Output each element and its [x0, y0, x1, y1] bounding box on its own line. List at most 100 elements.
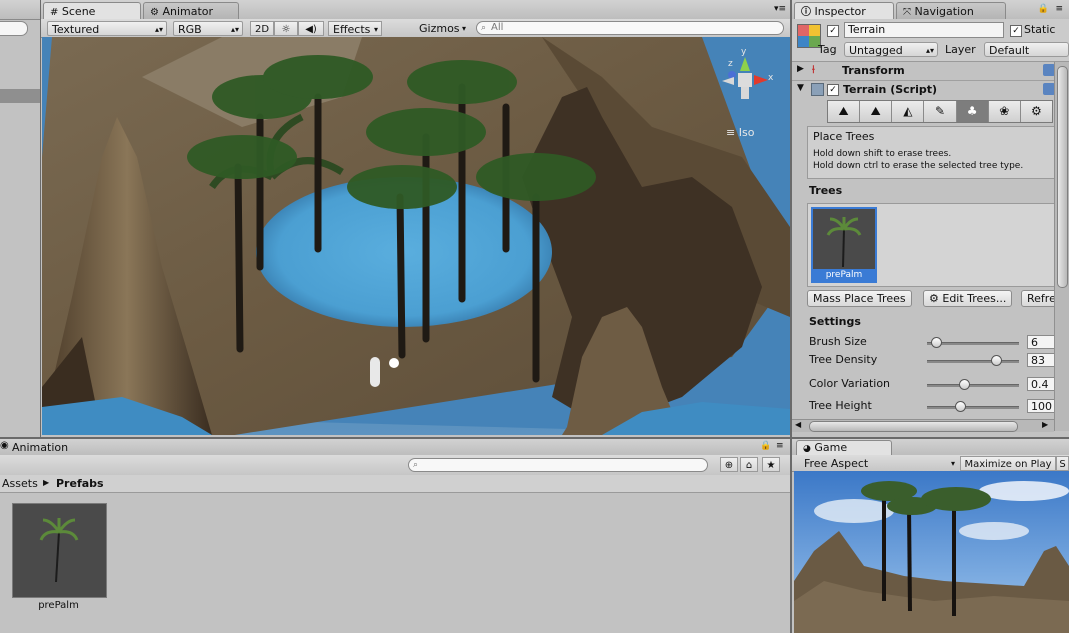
gizmo-x-cone-icon[interactable] [754, 75, 768, 85]
component-terrain-script[interactable]: ▼ ✓ Terrain (Script) [792, 81, 1069, 99]
setting-slider[interactable] [927, 360, 1019, 363]
game-controller-icon: ◕ [803, 444, 811, 454]
info-icon: ⓘ [801, 7, 811, 18]
tab-game[interactable]: ◕ Game [796, 440, 892, 455]
paint-texture-icon[interactable]: ✎ [924, 101, 957, 122]
setting-value-field[interactable]: 100 [1027, 399, 1057, 413]
scroll-left-icon[interactable]: ◀ [795, 420, 801, 429]
slider-thumb[interactable] [991, 355, 1002, 366]
audio-toggle-icon[interactable]: ◀) [298, 21, 324, 36]
breadcrumb-item[interactable]: Assets [2, 477, 38, 490]
foldout-arrow-icon[interactable]: ▼ [797, 83, 804, 93]
stats-toggle[interactable]: S [1056, 456, 1069, 471]
layer-label: Layer [945, 43, 976, 56]
scrollbar-thumb[interactable] [809, 421, 1018, 432]
trees-header: Trees [809, 184, 843, 197]
raise-terrain-icon[interactable]: ⛰ [828, 101, 861, 122]
breadcrumb-item[interactable]: Prefabs [56, 477, 104, 490]
panel-menu-icon[interactable]: ≡ [776, 441, 784, 451]
project-search-input[interactable]: ⌕ [408, 458, 708, 472]
active-checkbox[interactable]: ✓ [827, 24, 839, 37]
gizmo-y-cone-icon[interactable] [740, 57, 750, 71]
layer-dropdown[interactable]: Default [984, 42, 1069, 57]
palm-tree-preview-icon [826, 217, 862, 268]
edit-trees-button[interactable]: ⚙ Edit Trees... [923, 290, 1013, 307]
slider-thumb[interactable] [931, 337, 942, 348]
paint-height-icon[interactable]: ⛰ [860, 101, 893, 122]
shading-mode-dropdown[interactable]: Textured ▴▾ [47, 21, 167, 36]
component-enabled-checkbox[interactable]: ✓ [827, 83, 839, 96]
aspect-dropdown[interactable]: Free Aspect ▾ [800, 456, 958, 471]
projection-label[interactable]: ≡ Iso [726, 126, 754, 139]
setting-slider[interactable] [927, 384, 1019, 387]
scene-orientation-gizmo[interactable]: y z x [718, 47, 778, 107]
scene-viewport[interactable]: y z x ≡ Iso [42, 37, 790, 435]
lock-icon[interactable]: 🔒 [1038, 4, 1049, 14]
gizmo-neg-x-cone-icon[interactable] [722, 77, 734, 85]
lighting-toggle-icon[interactable]: ☼ [274, 21, 298, 36]
effects-dropdown[interactable]: Effects ▾ [328, 21, 382, 36]
static-label: Static [1024, 23, 1056, 36]
gizmo-center-cube-icon[interactable] [738, 73, 752, 87]
smooth-height-icon[interactable]: ◭ [892, 101, 925, 122]
setting-label: Color Variation [809, 377, 891, 390]
trees-list-box: prePalm [807, 203, 1056, 287]
gizmo-neg-y-cone-icon[interactable] [741, 87, 749, 99]
tab-animation[interactable]: Animation [12, 441, 68, 454]
setting-value-field[interactable]: 0.4 [1027, 377, 1057, 391]
mass-place-trees-button[interactable]: Mass Place Trees [807, 290, 912, 307]
asset-item[interactable]: prePalm [12, 503, 107, 615]
foldout-arrow-icon[interactable]: ▶ [797, 64, 804, 74]
gizmos-dropdown[interactable]: Gizmos ▾ [415, 21, 469, 36]
hierarchy-search[interactable] [0, 21, 28, 36]
setting-slider[interactable] [927, 406, 1019, 409]
scene-icon: # [50, 7, 59, 18]
navigation-icon: ⤧ [903, 7, 911, 18]
animation-tabbar: ◉ Animation 🔒 ≡ [0, 439, 790, 456]
static-checkbox[interactable]: ✓ [1010, 24, 1022, 37]
object-name-field[interactable]: Terrain [844, 22, 1004, 38]
place-trees-icon[interactable]: ♣ [956, 101, 989, 122]
setting-value-field[interactable]: 6 [1027, 335, 1057, 349]
render-mode-dropdown[interactable]: RGB ▴▾ [173, 21, 243, 36]
panel-menu-icon[interactable]: ▾≡ [774, 4, 786, 14]
game-toolbar: Free Aspect ▾ Maximize on Play S [792, 455, 1069, 472]
terrain-script-title: Terrain (Script) [843, 83, 938, 96]
panel-menu-icon[interactable]: ≡ [1055, 4, 1063, 14]
horizontal-scrollbar[interactable]: ◀ ▶ [792, 419, 1054, 432]
game-viewport[interactable] [794, 471, 1069, 633]
filter-by-type-icon[interactable]: ⊕ [720, 457, 738, 472]
hierarchy-selected-row[interactable] [0, 89, 40, 103]
maximize-on-play-toggle[interactable]: Maximize on Play [960, 456, 1056, 471]
scene-search-input[interactable]: ⌕ All [476, 21, 784, 35]
setting-value-field[interactable]: 83 [1027, 353, 1057, 367]
favorites-star-icon[interactable]: ★ [762, 457, 780, 472]
tag-dropdown[interactable]: Untagged ▴▾ [844, 42, 938, 57]
tab-navigation[interactable]: ⤧ Navigation [896, 2, 1006, 19]
gear-icon: ⚙ [929, 292, 939, 305]
paint-details-icon[interactable]: ❀ [989, 101, 1021, 122]
game-camera-render [794, 471, 1069, 633]
component-transform[interactable]: ▶ ⟊ Transform [792, 62, 1069, 81]
2d-toggle[interactable]: 2D [250, 21, 274, 36]
tool-help-line: Hold down shift to erase trees. [813, 149, 952, 159]
breadcrumb: Assets ▶ Prefabs [0, 475, 790, 493]
gizmo-z-axis-label: z [728, 59, 733, 69]
tab-scene[interactable]: # Scene [43, 2, 141, 19]
vertical-scrollbar[interactable] [1054, 62, 1069, 431]
slider-thumb[interactable] [959, 379, 970, 390]
hierarchy-panel [0, 0, 41, 437]
tag-label: Tag [818, 43, 837, 56]
scroll-right-icon[interactable]: ▶ [1042, 420, 1048, 429]
lock-icon[interactable]: 🔒 [760, 441, 771, 451]
filter-by-label-icon[interactable]: ⌂ [740, 457, 758, 472]
game-panel: ◕ Game Free Aspect ▾ Maximize on Play S [792, 439, 1069, 633]
tab-inspector[interactable]: ⓘ Inspector [794, 2, 894, 19]
vertical-scrollbar-thumb[interactable] [1057, 66, 1068, 288]
slider-thumb[interactable] [955, 401, 966, 412]
tree-item[interactable]: prePalm [811, 207, 877, 283]
tab-animator[interactable]: ⚙ Animator [143, 2, 239, 19]
asset-thumbnail[interactable] [12, 503, 107, 598]
gizmo-y-axis-label: y [741, 47, 747, 57]
terrain-settings-icon[interactable]: ⚙ [1021, 101, 1052, 122]
